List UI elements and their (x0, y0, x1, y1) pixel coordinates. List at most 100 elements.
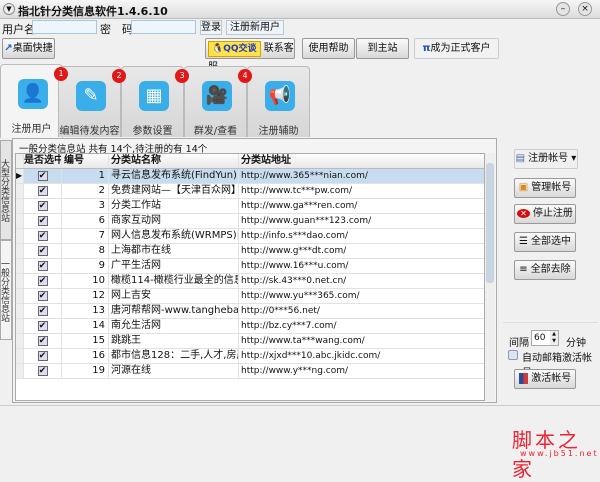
table-row[interactable]: ✔ 15 跳跳王 http://www.ta***wang.com/ (16, 334, 484, 349)
table-row[interactable]: ✔ 14 南允生活网 http://bz.cy***7.com/ (16, 319, 484, 334)
row-name: 网人信息发布系统(WRMPS)|>cl最新 (109, 229, 239, 243)
row-indicator (16, 214, 24, 228)
table-row[interactable]: ✔ 16 都市信息128：二手,人才,房产,免费 http://xjxd***1… (16, 349, 484, 364)
header-number[interactable]: 编号 (62, 154, 109, 168)
row-name: 橄榄114-橄榄行业最全的信息交流 (109, 274, 239, 288)
desktop-shortcut-button[interactable]: ↗桌面快捷 (2, 38, 55, 59)
row-number: 2 (62, 184, 109, 198)
row-checkbox[interactable]: ✔ (37, 276, 48, 286)
side-tab-large-sites[interactable]: 大型分类信息站 (0, 140, 12, 240)
row-indicator (16, 229, 24, 243)
title-bar: ▼ 指北针分类信息软件1.4.6.10 – × (0, 0, 600, 19)
stop-icon: ✕ (517, 209, 530, 218)
row-name: 上海都市在线 (109, 244, 239, 258)
scrollbar-thumb[interactable] (486, 163, 494, 283)
row-number: 3 (62, 199, 109, 213)
row-checkbox[interactable]: ✔ (37, 171, 48, 181)
divider (503, 322, 598, 323)
activate-account-button[interactable]: ■激活帐号 (514, 369, 576, 389)
row-indicator (16, 274, 24, 288)
tab-send-view[interactable]: 4 🎥 群发/查看 (184, 66, 252, 137)
row-indicator (16, 349, 24, 363)
row-indicator (16, 319, 24, 333)
username-input[interactable] (32, 20, 97, 34)
row-name: 唐河帮帮网-www.tanghebangbang (111, 304, 239, 318)
row-url: http://www.365***nian.com/ (239, 169, 484, 183)
tab-badge: 2 (112, 69, 126, 83)
row-checkbox[interactable]: ✔ (37, 336, 48, 346)
row-checkbox[interactable]: ✔ (37, 246, 48, 256)
tab-register-assist[interactable]: 📢 注册辅助 (247, 66, 310, 137)
table-row[interactable]: ✔ 6 商家互动网 http://www.guan***123.com/ (16, 214, 484, 229)
table-row[interactable]: ✔ 13 唐河帮帮网-www.tanghebangbang http://0**… (16, 304, 484, 319)
row-name: 河源在线 (109, 364, 239, 378)
table-row[interactable]: ✔ 8 上海都市在线 http://www.g***dt.com/ (16, 244, 484, 259)
select-all-icon: ☰ (519, 236, 528, 247)
edit-icon: ✎ (76, 81, 106, 111)
manage-account-button[interactable]: ▣ 管理帐号 (514, 178, 576, 198)
header-name[interactable]: 分类站名称 (109, 154, 239, 168)
help-button[interactable]: 使用帮助 (302, 38, 355, 59)
row-checkbox[interactable]: ✔ (37, 321, 48, 331)
tab-badge: 4 (238, 69, 252, 83)
row-url: http://sk.43***0.net.cn/ (239, 274, 484, 288)
deselect-all-button[interactable]: ≡ 全部去除 (514, 260, 576, 280)
header-selected[interactable]: 是否选中 (24, 154, 62, 168)
row-checkbox[interactable]: ✔ (37, 366, 48, 376)
row-checkbox[interactable]: ✔ (37, 201, 48, 211)
become-customer-button[interactable]: π成为正式客户 (414, 38, 499, 59)
login-button[interactable]: 登录 (200, 20, 222, 35)
register-account-dropdown[interactable]: ▤ 注册帐号 ▾ (514, 149, 578, 169)
spinner-arrows-icon[interactable]: ▲ ▼ (550, 331, 558, 345)
row-checkbox[interactable]: ✔ (37, 351, 48, 361)
table-row[interactable]: ✔ 3 分类工作站 http://www.ga***ren.com/ (16, 199, 484, 214)
qq-chat-badge: 🐧QQ交谈 (208, 41, 261, 57)
row-indicator (16, 244, 24, 258)
row-number: 16 (62, 349, 109, 363)
header-url[interactable]: 分类站地址 (239, 154, 484, 168)
qq-penguin-icon: 🐧 (212, 44, 224, 54)
interval-spinner[interactable]: 60 ▲ ▼ (531, 330, 559, 346)
row-name: 都市信息128：二手,人才,房产,免费 (109, 349, 239, 363)
select-all-button[interactable]: ☰ 全部选中 (514, 232, 576, 252)
table-row[interactable]: ✔ 9 广平生活网 http://www.16***u.com/ (16, 259, 484, 274)
table-row[interactable]: ✔ 19 河源在线 http://www.y***ng.com/ (16, 364, 484, 379)
manage-icon: ▣ (518, 182, 529, 193)
table-row[interactable]: ✔ 7 网人信息发布系统(WRMPS)|>cl最新 http://info.s*… (16, 229, 484, 244)
row-number: 9 (62, 259, 109, 273)
row-checkbox[interactable]: ✔ (37, 306, 48, 316)
register-new-user-button[interactable]: 注册新用户 (226, 20, 284, 35)
side-tab-general-sites[interactable]: 一般分类信息站 (0, 240, 12, 340)
window-title: 指北针分类信息软件1.4.6.10 (18, 5, 168, 18)
row-url: http://xjxd***10.abc.jkidc.com/ (239, 349, 484, 363)
minimize-button[interactable]: – (556, 2, 570, 16)
auto-activate-checkbox[interactable] (508, 350, 518, 360)
row-checkbox[interactable]: ✔ (37, 186, 48, 196)
row-checkbox[interactable]: ✔ (37, 231, 48, 241)
row-url: http://www.tc***pw.com/ (239, 184, 484, 198)
row-checkbox[interactable]: ✔ (37, 216, 48, 226)
arrow-icon: ↗ (4, 43, 13, 54)
row-url: http://www.ta***wang.com/ (239, 334, 484, 348)
window-menu-button[interactable]: ▼ (3, 3, 15, 15)
stop-register-button[interactable]: ✕ 停止注册 (514, 204, 576, 224)
row-indicator: ▶ (16, 169, 24, 183)
table-row[interactable]: ✔ 12 网上吉安 http://www.yu***365.com/ (16, 289, 484, 304)
close-button[interactable]: × (578, 2, 592, 16)
qq-contact-button[interactable]: 🐧QQ交谈 联系客服 (205, 38, 295, 73)
row-checkbox[interactable]: ✔ (37, 291, 48, 301)
table-scrollbar[interactable] (485, 153, 495, 401)
home-site-button[interactable]: 到主站 (356, 38, 409, 59)
row-checkbox[interactable]: ✔ (37, 261, 48, 271)
password-input[interactable] (131, 20, 196, 34)
row-indicator (16, 304, 24, 318)
row-url: http://www.16***u.com/ (239, 259, 484, 273)
tab-badge: 3 (175, 69, 189, 83)
table-row[interactable]: ✔ 10 橄榄114-橄榄行业最全的信息交流 http://sk.43***0.… (16, 274, 484, 289)
row-indicator (16, 199, 24, 213)
tab-register-user[interactable]: 1 👤 注册用户 (0, 64, 68, 138)
tab-settings[interactable]: 3 ▦ 参数设置 (121, 66, 189, 137)
table-row[interactable]: ▶ ✔ 1 寻云信息发布系统(FindYun)|>cl最新 http://www… (16, 169, 484, 184)
table-row[interactable]: ✔ 2 免费建网站—【天津百众网】打造 http://www.tc***pw.c… (16, 184, 484, 199)
row-url: http://www.yu***365.com/ (239, 289, 484, 303)
